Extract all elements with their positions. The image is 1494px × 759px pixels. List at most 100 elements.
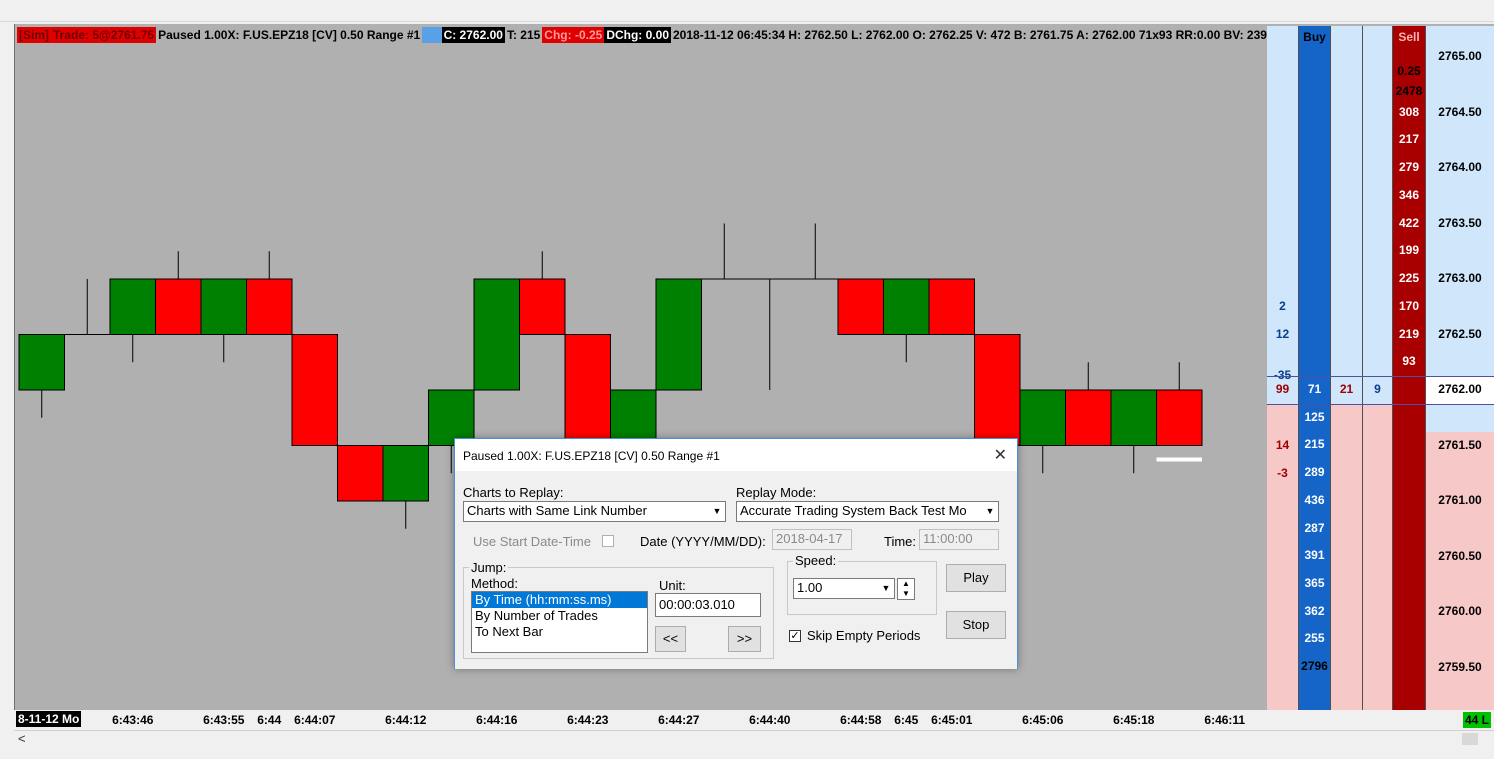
ladder-price: 2761.50: [1438, 437, 1482, 452]
candle-body: [1065, 389, 1112, 446]
buy-volume-value: 362: [1304, 603, 1325, 618]
ladder-price: 2760.00: [1438, 604, 1482, 618]
speed-select[interactable]: 1.00 ▼: [793, 578, 895, 599]
candle-body: [883, 278, 930, 335]
use-start-datetime-checkbox[interactable]: [602, 535, 614, 547]
candle-body: [291, 334, 338, 446]
current-price-line: [1267, 376, 1494, 377]
ladder-price: 2763.50: [1438, 215, 1482, 230]
method-option[interactable]: To Next Bar: [472, 624, 647, 640]
time-tick-label: 6:44: [257, 713, 282, 727]
skip-empty-checkbox[interactable]: ✓: [789, 630, 801, 642]
scroll-left-icon[interactable]: <: [18, 731, 26, 746]
horizontal-scrollbar[interactable]: <: [14, 730, 1494, 747]
speed-label: Speed:: [793, 553, 839, 568]
method-list[interactable]: By Time (hh:mm:ss.ms) By Number of Trade…: [471, 591, 648, 653]
candle-body: [928, 278, 975, 335]
sell-volume-value: 279: [1398, 160, 1420, 174]
jump-label: Jump:: [469, 560, 509, 575]
buy-volume-value: 289: [1304, 465, 1325, 480]
skip-empty-label: Skip Empty Periods: [807, 628, 921, 643]
close-value: C: 2762.00: [441, 27, 505, 43]
bar-details: 2018-11-12 06:45:34 H: 2762.50 L: 2762.0…: [673, 28, 1267, 42]
candle-body: [1110, 389, 1157, 446]
candle-body: [155, 278, 202, 335]
buy-volume-value: 436: [1304, 492, 1325, 507]
ladder-volume-value: -35: [1273, 368, 1292, 382]
buy-volume-value: 215: [1304, 437, 1325, 452]
ladder-volume-value: 99: [1275, 382, 1290, 396]
sell-volume-value: 219: [1398, 326, 1420, 341]
dropdown-arrow-icon[interactable]: ▼: [709, 502, 725, 521]
sell-volume-value: 170: [1398, 298, 1420, 313]
ladder-buy-column[interactable]: Buy 71 125 215 289 436 287 391 365 362 255 2796: [1299, 26, 1331, 710]
time-tick-label: 6:44:16: [476, 713, 518, 727]
step-forward-button[interactable]: >>: [728, 626, 761, 652]
method-label: Method:: [471, 576, 518, 591]
candle-body: [382, 445, 429, 502]
ticks-value: T: 215: [506, 28, 541, 42]
ladder-sell-column[interactable]: Sell 0.25 2478 308 217 279 346 422 199 225 170 219 9…: [1393, 26, 1426, 710]
candle-body: [109, 278, 156, 335]
ladder-price: 2760.50: [1438, 548, 1482, 563]
scroll-thumb[interactable]: [1462, 733, 1478, 745]
link-tag: LS: [422, 27, 442, 43]
time-tick-label: 6:43:46: [112, 713, 154, 727]
buy-header: Buy: [1303, 30, 1326, 44]
sell-volume-value: 308: [1398, 104, 1420, 119]
chart-window: [Sim] Trade: 5@2761.75 Paused 1.00X: F.U…: [0, 0, 1494, 759]
charts-to-replay-label: Charts to Replay:: [463, 485, 564, 500]
time-axis: 8-11-12 Mo 6:43:46 6:43:55 6:44 6:44:07 6:44:…: [14, 710, 1494, 730]
price-ladder[interactable]: 2 12 -35 99 14 -3 Buy 71 125 215 289 436 287 391 365 36…: [1267, 26, 1494, 710]
ladder-volume-value: 2: [1279, 298, 1286, 313]
spin-up-icon[interactable]: ▲: [898, 579, 914, 589]
change-value: Chg: -0.25: [542, 27, 605, 43]
date-field[interactable]: 2018-04-17: [772, 529, 852, 550]
dropdown-arrow-icon[interactable]: ▼: [982, 502, 998, 521]
close-icon[interactable]: ✕: [994, 445, 1007, 465]
sell-extra-value: 0.25: [1397, 64, 1421, 78]
time-tick-label: 6:44:23: [567, 713, 609, 727]
dialog-titlebar[interactable]: Paused 1.00X: F.US.EPZ18 [CV] 0.50 Range…: [455, 439, 1017, 471]
play-button[interactable]: Play: [946, 564, 1006, 592]
ladder-volume-column[interactable]: 2 12 -35 99 14 -3: [1267, 26, 1299, 710]
spin-down-icon[interactable]: ▼: [898, 589, 914, 599]
ladder-volume-value: -3: [1277, 465, 1288, 480]
time-tick-label: 6:43:55: [203, 713, 245, 727]
unit-label: Unit:: [659, 578, 686, 593]
ladder-price: 2759.50: [1438, 659, 1482, 674]
candle-body: [200, 278, 247, 335]
time-tick-label: 6:44:40: [749, 713, 791, 727]
candle-body: [564, 334, 611, 446]
step-back-button[interactable]: <<: [655, 626, 686, 652]
ladder-column-4[interactable]: 9: [1363, 26, 1393, 710]
unit-field[interactable]: 00:00:03.010: [655, 593, 761, 617]
method-option[interactable]: By Number of Trades: [472, 608, 647, 624]
speed-spinner[interactable]: ▲ ▼: [897, 578, 915, 600]
sell-volume-value: 346: [1398, 187, 1420, 202]
candle-body: [246, 278, 293, 335]
dialog-title: Paused 1.00X: F.US.EPZ18 [CV] 0.50 Range…: [463, 449, 720, 463]
time-field[interactable]: 11:00:00: [919, 529, 999, 550]
charts-to-replay-select[interactable]: Charts with Same Link Number ▼: [463, 501, 726, 522]
window-bottom-strip: [0, 748, 1494, 759]
charts-to-replay-value: Charts with Same Link Number: [467, 503, 647, 518]
dropdown-arrow-icon[interactable]: ▼: [878, 579, 894, 598]
buy-volume-value: 391: [1304, 548, 1325, 563]
candle-body: [837, 278, 884, 335]
buy-volume-value: 365: [1304, 575, 1325, 590]
stop-button[interactable]: Stop: [946, 611, 1006, 639]
sell-volume-value: 422: [1398, 215, 1420, 230]
speed-value: 1.00: [797, 580, 823, 595]
ladder-price: 2763.00: [1438, 271, 1482, 285]
ladder-column-3[interactable]: 21: [1331, 26, 1363, 710]
ladder-volume-value: 14: [1275, 437, 1290, 452]
window-top-strip: [0, 0, 1494, 22]
ladder-price: 2764.00: [1438, 160, 1482, 174]
replay-mode-select[interactable]: Accurate Trading System Back Test Mo ▼: [736, 501, 999, 522]
sell-volume-value: 199: [1398, 243, 1420, 258]
time-tick-label: 6:45:01: [931, 713, 973, 727]
candle-body: [974, 334, 1021, 446]
method-option[interactable]: By Time (hh:mm:ss.ms): [472, 592, 647, 608]
ladder-price-column[interactable]: 2765.00 2764.50 2764.00 2763.50 2763.00 2762.…: [1426, 26, 1494, 710]
